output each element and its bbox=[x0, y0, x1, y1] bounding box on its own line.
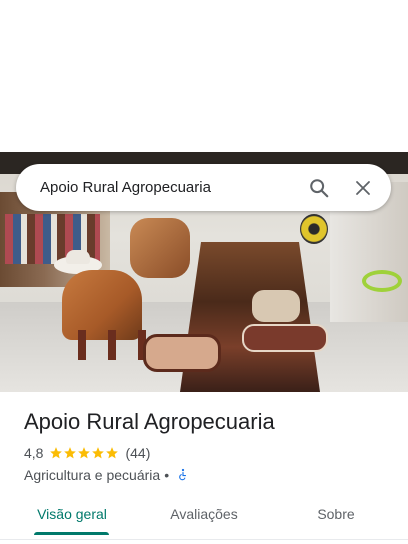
wheelchair-accessible-icon bbox=[179, 468, 187, 481]
rating-value: 4,8 bbox=[24, 445, 44, 461]
star-icon bbox=[78, 447, 91, 459]
star-icon bbox=[92, 447, 105, 459]
active-tab-indicator bbox=[34, 532, 109, 535]
search-input[interactable]: Apoio Rural Agropecuaria bbox=[40, 179, 299, 196]
tab-about[interactable]: Sobre bbox=[296, 496, 376, 532]
search-bar[interactable]: Apoio Rural Agropecuaria bbox=[16, 164, 391, 211]
rating-row[interactable]: 4,8 (44) bbox=[24, 444, 150, 462]
place-category: Agricultura e pecuária bbox=[24, 467, 161, 483]
tab-overview[interactable]: Visão geral bbox=[22, 496, 122, 532]
search-icon[interactable] bbox=[299, 168, 339, 208]
tabs-divider bbox=[0, 539, 408, 540]
star-icon bbox=[64, 447, 77, 459]
tab-reviews[interactable]: Avaliações bbox=[152, 496, 256, 532]
star-icon bbox=[50, 447, 63, 459]
separator-dot: • bbox=[164, 467, 170, 483]
star-rating bbox=[49, 446, 119, 460]
place-tabs: Visão geral Avaliações Sobre bbox=[0, 496, 408, 536]
place-title: Apoio Rural Agropecuaria bbox=[24, 409, 275, 434]
review-count[interactable]: (44) bbox=[125, 445, 150, 461]
close-icon[interactable] bbox=[343, 168, 383, 208]
category-row: Agricultura e pecuária • bbox=[24, 466, 190, 484]
blank-area bbox=[0, 0, 408, 152]
star-icon bbox=[106, 447, 119, 459]
